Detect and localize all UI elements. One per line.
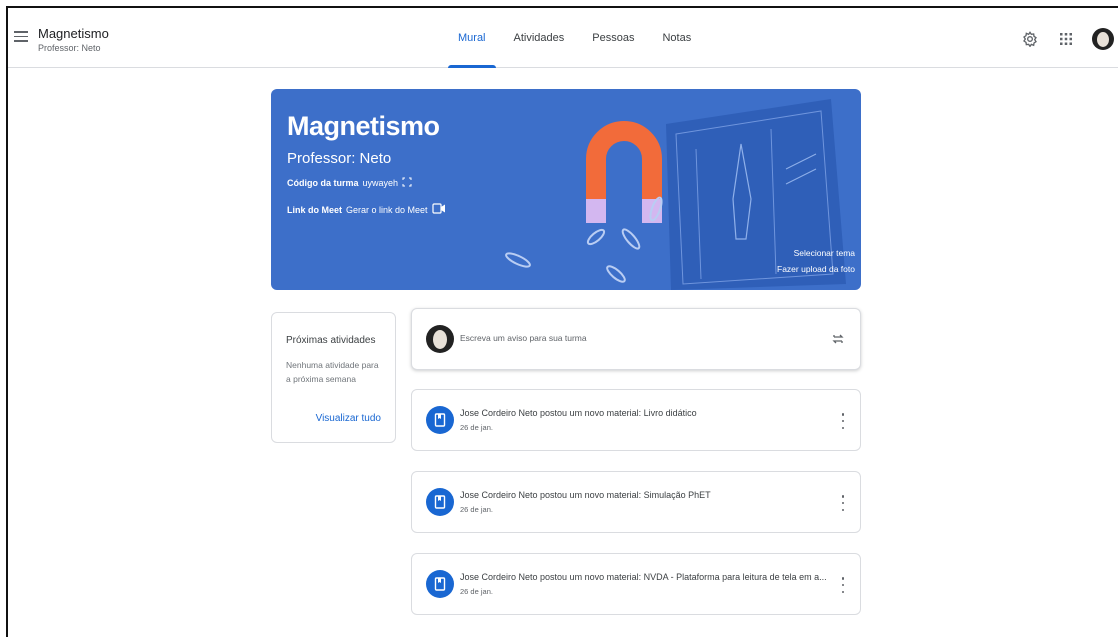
meet-link: Link do Meet Gerar o link do Meet — [287, 203, 446, 216]
tab-notas[interactable]: Notas — [648, 8, 705, 68]
fullscreen-icon[interactable] — [402, 177, 412, 189]
banner-title: Magnetismo — [287, 111, 440, 141]
video-camera-icon[interactable] — [431, 203, 446, 216]
class-title[interactable]: Magnetismo — [38, 26, 109, 41]
tab-pessoas[interactable]: Pessoas — [578, 8, 648, 68]
stream-post[interactable]: Jose Cordeiro Neto postou um novo materi… — [411, 389, 861, 451]
banner-professor: Professor: Neto — [287, 150, 392, 167]
post-text: Jose Cordeiro Neto postou um novo materi… — [460, 572, 827, 582]
announcement-placeholder[interactable]: Escreva um aviso para sua turma — [460, 333, 587, 343]
upcoming-empty-text: Nenhuma atividade para a próxima semana — [286, 360, 379, 384]
stream-post[interactable]: Jose Cordeiro Neto postou um novo materi… — [411, 553, 861, 615]
meet-label: Link do Meet — [287, 204, 343, 215]
classroom-window: Magnetismo Professor: Neto Mural Ativida… — [6, 6, 1118, 637]
class-code-label: Código da turma — [287, 178, 359, 188]
class-code-value[interactable]: uywayeh — [363, 178, 399, 188]
announcement-composer[interactable]: Escreva um aviso para sua turma — [411, 308, 861, 370]
post-text: Jose Cordeiro Neto postou um novo materi… — [460, 490, 711, 500]
class-code: Código da turma uywayeh — [287, 177, 412, 189]
material-icon — [426, 488, 454, 516]
class-subtitle: Professor: Neto — [38, 43, 101, 53]
more-options-icon[interactable] — [840, 577, 846, 593]
class-tabs: Mural Atividades Pessoas Notas — [444, 8, 705, 68]
tab-mural[interactable]: Mural — [444, 8, 500, 68]
apps-grid-icon[interactable] — [1056, 29, 1076, 49]
tab-atividades[interactable]: Atividades — [500, 8, 579, 68]
upcoming-activities-card: Próximas atividades Nenhuma atividade pa… — [271, 312, 396, 443]
post-date: 26 de jan. — [460, 423, 493, 432]
repost-icon[interactable] — [830, 331, 846, 347]
select-theme-link[interactable]: Selecionar tema — [794, 248, 855, 258]
upload-photo-link[interactable]: Fazer upload da foto — [777, 264, 855, 274]
more-options-icon[interactable] — [840, 413, 846, 429]
class-banner: Magnetismo Professor: Neto Código da tur… — [271, 89, 861, 290]
material-icon — [426, 570, 454, 598]
post-text: Jose Cordeiro Neto postou um novo materi… — [460, 408, 697, 418]
user-avatar — [426, 325, 454, 353]
upcoming-title: Próximas atividades — [286, 335, 376, 346]
top-right-actions — [1020, 28, 1114, 50]
post-date: 26 de jan. — [460, 587, 493, 596]
account-avatar[interactable] — [1092, 28, 1114, 50]
view-all-link[interactable]: Visualizar tudo — [316, 413, 381, 424]
generate-meet-link[interactable]: Gerar o link do Meet — [346, 205, 428, 215]
settings-icon[interactable] — [1020, 29, 1040, 49]
menu-icon[interactable] — [12, 28, 30, 46]
stream-post[interactable]: Jose Cordeiro Neto postou um novo materi… — [411, 471, 861, 533]
top-app-bar: Magnetismo Professor: Neto Mural Ativida… — [8, 8, 1118, 68]
post-date: 26 de jan. — [460, 505, 493, 514]
material-icon — [426, 406, 454, 434]
more-options-icon[interactable] — [840, 495, 846, 511]
